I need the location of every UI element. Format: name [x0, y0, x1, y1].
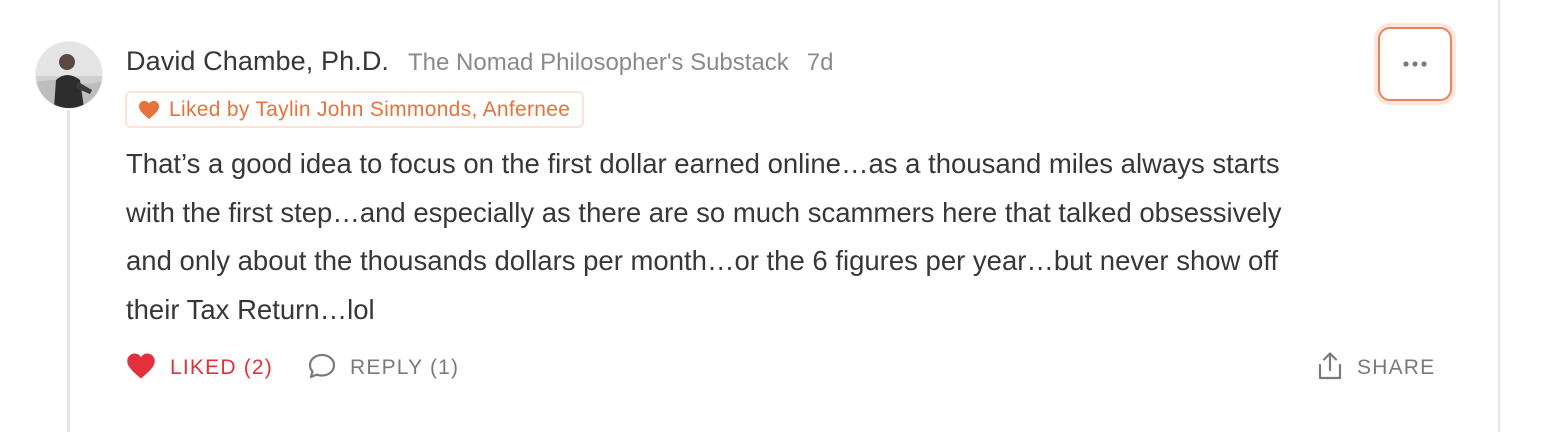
comment-actions: LIKED (2) REPLY (1): [126, 348, 459, 388]
reply-label: REPLY (1): [350, 356, 460, 379]
comment-body: That’s a good idea to focus on the first…: [126, 140, 1446, 334]
thread-line: [67, 110, 70, 432]
comment-line: and only about the thousands dollars per…: [126, 245, 1279, 276]
publication-name[interactable]: The Nomad Philosopher's Substack: [408, 49, 789, 77]
ellipsis-icon: [1402, 55, 1428, 73]
reply-button[interactable]: REPLY (1): [307, 352, 459, 385]
more-options-button[interactable]: [1378, 27, 1452, 101]
heart-icon: [138, 100, 160, 120]
heart-icon: [126, 352, 156, 385]
comment-line: their Tax Return…lol: [126, 293, 375, 325]
liked-by-text: Liked by Taylin John Simmonds, Anfernee: [169, 97, 571, 121]
comment-line: That’s a good idea to focus on the first…: [126, 148, 1280, 179]
like-button[interactable]: LIKED (2): [126, 352, 273, 385]
share-button[interactable]: SHARE: [1317, 348, 1435, 388]
comment-header: David Chambe, Ph.D. The Nomad Philosophe…: [126, 46, 834, 77]
comment-line: with the first step…and especially as th…: [126, 196, 1282, 228]
share-icon: [1317, 351, 1343, 386]
comment-card: David Chambe, Ph.D. The Nomad Philosophe…: [0, 0, 1548, 432]
speech-bubble-icon: [307, 352, 337, 385]
avatar[interactable]: [36, 42, 102, 108]
column-divider: [1498, 0, 1500, 432]
like-label: LIKED (2): [170, 356, 273, 379]
liked-by-badge: Liked by Taylin John Simmonds, Anfernee: [125, 91, 585, 128]
timestamp[interactable]: 7d: [807, 49, 834, 77]
share-label: SHARE: [1357, 356, 1436, 379]
author-name[interactable]: David Chambe, Ph.D.: [126, 46, 389, 77]
